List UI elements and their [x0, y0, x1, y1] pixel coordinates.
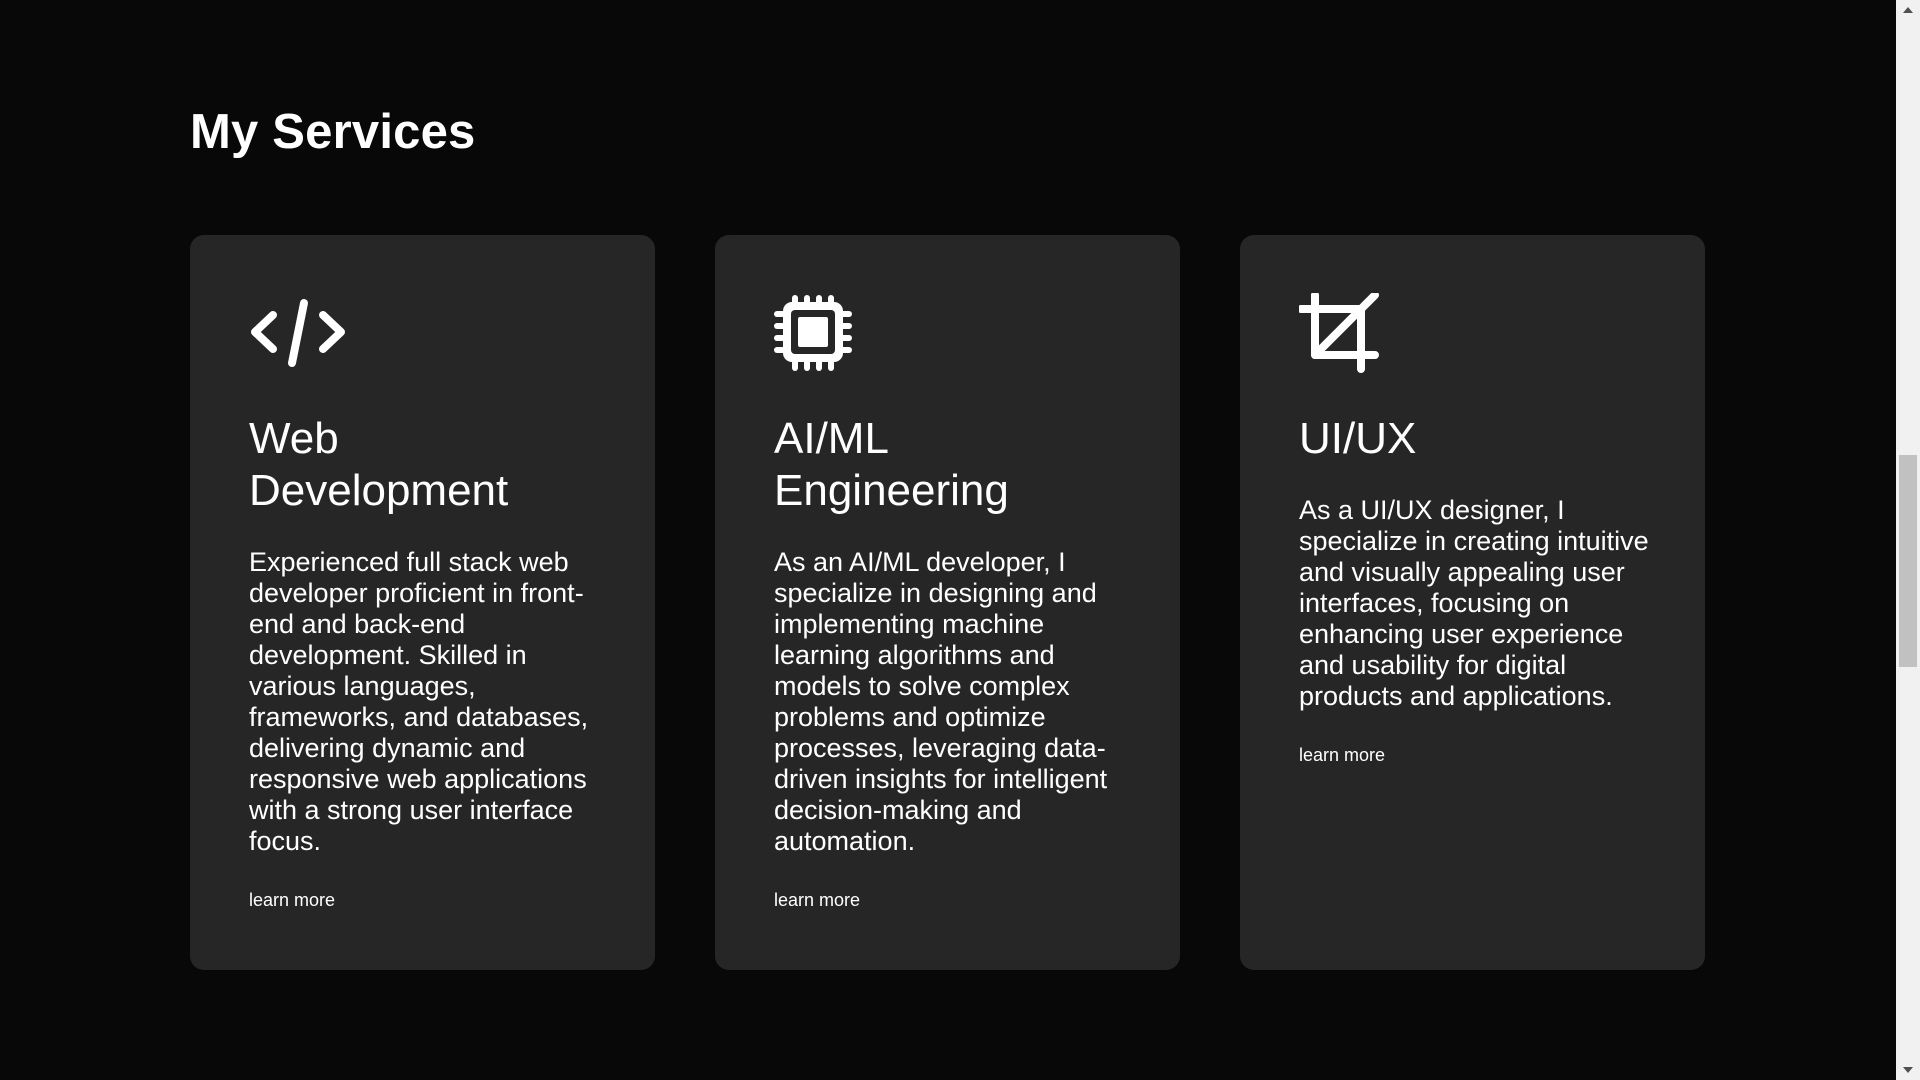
learn-more-link[interactable]: learn more: [249, 889, 335, 911]
learn-more-link[interactable]: learn more: [1299, 744, 1385, 766]
scroll-down-arrow-icon[interactable]: [1896, 1060, 1920, 1080]
service-title-line: Development: [249, 466, 509, 515]
service-title-line: UI/UX: [1299, 414, 1417, 463]
service-title-line: Web: [249, 414, 339, 463]
page: My Services Web Development Experienced …: [0, 0, 1920, 1080]
service-title: Web Development: [249, 413, 599, 517]
service-title: AI/ML Engineering: [774, 413, 1124, 517]
services-cards: Web Development Experienced full stack w…: [190, 235, 1705, 970]
section-title: My Services: [190, 105, 476, 159]
service-description: Experienced full stack web developer pro…: [249, 547, 589, 856]
code-icon: [249, 293, 349, 373]
crop-icon: [1299, 293, 1399, 373]
scrollbar-thumb[interactable]: [1899, 455, 1917, 667]
service-description: As an AI/ML developer, I specialize in d…: [774, 547, 1108, 856]
service-title-line: AI/ML: [774, 414, 889, 463]
service-title: UI/UX: [1299, 413, 1649, 465]
vertical-scrollbar[interactable]: [1896, 0, 1920, 1080]
service-title-line: Engineering: [774, 466, 1009, 515]
service-card-web-development: Web Development Experienced full stack w…: [190, 235, 655, 970]
service-description: As a UI/UX designer, I specialize in cre…: [1299, 495, 1649, 711]
service-card-ai-ml-engineering: AI/ML Engineering As an AI/ML developer,…: [715, 235, 1180, 970]
services-section: My Services Web Development Experienced …: [0, 0, 1896, 1080]
chip-icon: [774, 293, 874, 373]
scroll-up-arrow-icon[interactable]: [1896, 0, 1920, 20]
service-card-ui-ux: UI/UX As a UI/UX designer, I specialize …: [1240, 235, 1705, 970]
learn-more-link[interactable]: learn more: [774, 889, 860, 911]
